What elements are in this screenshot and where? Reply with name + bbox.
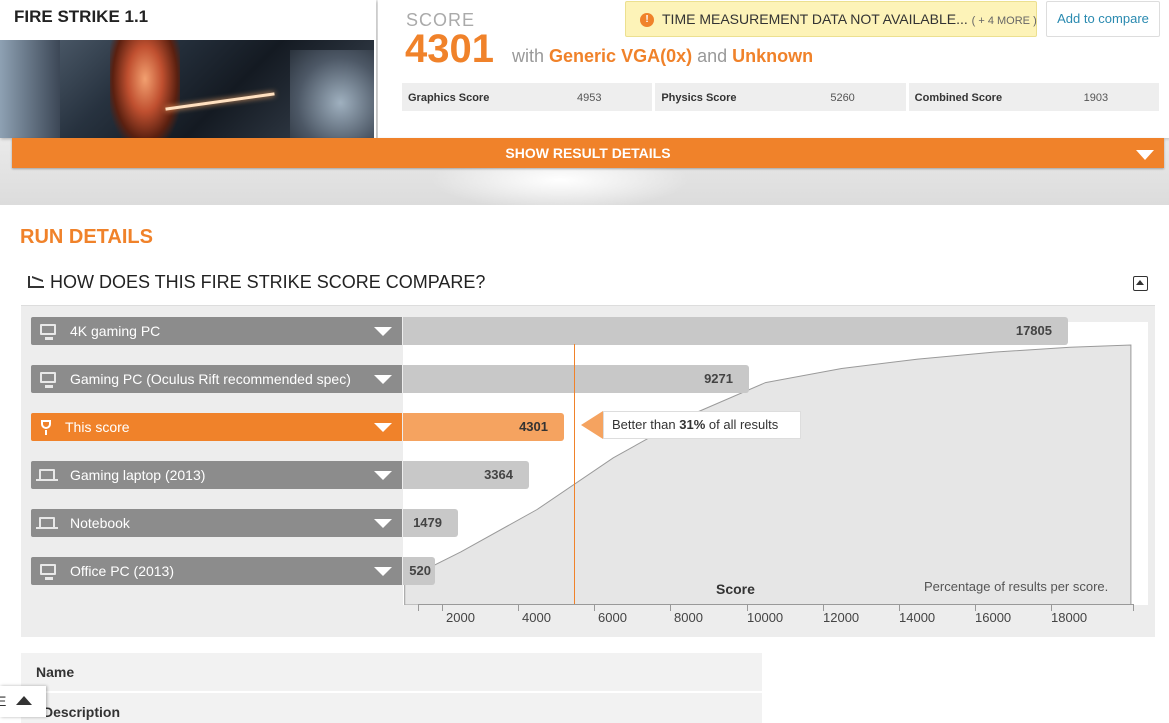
with-text: with: [512, 46, 545, 66]
warning-icon: !: [640, 13, 654, 27]
compare-section-title[interactable]: HOW DOES THIS FIRE STRIKE SCORE COMPARE?: [28, 272, 485, 293]
show-result-details-button[interactable]: SHOW RESULT DETAILS: [12, 138, 1164, 168]
line-chart-icon: [28, 276, 44, 288]
desktop-icon: [40, 372, 56, 388]
laptop-icon: [36, 517, 58, 529]
chevron-down-icon[interactable]: [374, 567, 392, 576]
warning-more[interactable]: ( + 4 MORE ): [972, 15, 1037, 27]
score-hardware: with Generic VGA(0x) and Unknown: [512, 46, 813, 67]
chevron-down-icon[interactable]: [374, 327, 392, 336]
x-axis-tick: [670, 604, 671, 611]
subscore-value: 1903: [1083, 92, 1109, 104]
tooltip-percentage: 31%: [679, 417, 706, 432]
x-axis-edge-tick: [418, 604, 419, 611]
chevron-down-icon[interactable]: [374, 423, 392, 432]
desktop-icon: [40, 324, 56, 340]
header-area: FIRE STRIKE 1.1 SCORE 4301 with Generic …: [0, 0, 1169, 205]
test-thumbnail-card[interactable]: FIRE STRIKE 1.1: [0, 0, 376, 138]
compare-row-text: 4K gaming PC: [70, 323, 161, 339]
compare-row-label[interactable]: Gaming laptop (2013): [31, 461, 402, 489]
subscore-name: Physics Score: [661, 92, 737, 104]
this-score-marker-line: [574, 344, 575, 605]
thumb-rock-left: [0, 40, 60, 138]
x-axis-tick: [442, 604, 443, 611]
thumb-light-streak: [165, 92, 275, 111]
x-axis-tick: [594, 604, 595, 611]
subscore-value: 4953: [577, 92, 602, 104]
x-axis-tick-label: 10000: [747, 610, 784, 625]
compare-bar: 3364: [403, 461, 529, 489]
compare-row-text: This score: [65, 419, 130, 435]
test-thumbnail-image: [0, 40, 374, 138]
compare-row-label[interactable]: 4K gaming PC: [31, 317, 402, 345]
tooltip-suffix: of all results: [708, 417, 779, 432]
thumb-rock-right: [290, 50, 374, 138]
compare-bar: 4301: [403, 413, 564, 441]
warning-text: TIME MEASUREMENT DATA NOT AVAILABLE...: [662, 11, 968, 27]
subscore-name: Combined Score: [914, 92, 1003, 104]
arrow-up-icon: [16, 696, 32, 705]
desktop-icon: [40, 564, 56, 580]
cpu-name[interactable]: Unknown: [732, 46, 813, 66]
x-axis-line: [418, 604, 1134, 605]
x-axis-tick-label: 16000: [975, 610, 1012, 625]
chevron-down-icon: [1136, 150, 1154, 160]
chevron-down-icon[interactable]: [374, 375, 392, 384]
x-axis-tick-label: 2000: [446, 610, 475, 625]
and-text: and: [697, 46, 728, 66]
x-axis-tick-label: 6000: [598, 610, 627, 625]
scroll-to-top-button[interactable]: E: [0, 686, 46, 717]
chevron-down-icon[interactable]: [374, 471, 392, 480]
score-card: SCORE 4301 with Generic VGA(0x) and Unkn…: [378, 0, 1169, 138]
add-to-compare-button[interactable]: Add to compare: [1046, 1, 1160, 37]
compare-row-label[interactable]: Office PC (2013): [31, 557, 402, 585]
x-axis-tick-label: 8000: [674, 610, 703, 625]
table-header-name: Name: [21, 653, 762, 691]
tooltip-pointer: [581, 411, 603, 439]
run-details-title: RUN DETAILS: [20, 226, 153, 248]
compare-bar: 17805: [403, 317, 1068, 345]
gpu-name[interactable]: Generic VGA(0x): [549, 46, 692, 66]
x-axis-tick: [518, 604, 519, 611]
compare-bar: 9271: [403, 365, 749, 393]
tooltip-prefix: Better than: [612, 417, 676, 432]
x-axis-tick-label: 12000: [823, 610, 860, 625]
subscore-combined: Combined Score 1903: [908, 83, 1159, 111]
scroll-tab-text: E: [0, 693, 7, 709]
compare-row-label[interactable]: Gaming PC (Oculus Rift recommended spec): [31, 365, 402, 393]
subscore-physics: Physics Score 5260: [655, 83, 906, 111]
x-axis-tick-label: 14000: [899, 610, 936, 625]
percentile-tooltip: Better than 31% of all results: [603, 411, 801, 439]
test-title: FIRE STRIKE 1.1: [14, 7, 149, 26]
percentage-caption: Percentage of results per score.: [924, 579, 1109, 594]
x-axis-tick-label: 4000: [522, 610, 551, 625]
trophy-icon: [41, 420, 51, 435]
warning-banner[interactable]: ! TIME MEASUREMENT DATA NOT AVAILABLE...…: [625, 1, 1037, 37]
subscore-graphics: Graphics Score 4953: [402, 83, 653, 111]
chevron-down-icon[interactable]: [374, 519, 392, 528]
laptop-icon: [36, 469, 58, 481]
compare-row-label[interactable]: Notebook: [31, 509, 402, 537]
x-axis-edge-tick: [1133, 604, 1134, 611]
compare-row-text: Notebook: [70, 515, 130, 531]
subscore-name: Graphics Score: [408, 92, 490, 104]
x-axis-tick-label: 18000: [1051, 610, 1088, 625]
table-header-description: Description: [21, 693, 762, 723]
collapse-icon[interactable]: [1133, 276, 1148, 291]
compare-bar: 520: [403, 557, 435, 585]
compare-title-text: HOW DOES THIS FIRE STRIKE SCORE COMPARE?: [50, 272, 486, 292]
subscores: Graphics Score 4953 Physics Score 5260 C…: [402, 83, 1162, 111]
compare-row-text: Gaming laptop (2013): [70, 467, 206, 483]
compare-row-text: Office PC (2013): [70, 563, 175, 579]
x-axis-label: Score: [716, 581, 755, 597]
compare-row-text: Gaming PC (Oculus Rift recommended spec): [70, 371, 351, 387]
subscore-value: 5260: [830, 92, 855, 104]
compare-row-label[interactable]: This score: [31, 413, 402, 441]
thumb-fire-figure: [110, 40, 180, 138]
score-value: 4301: [405, 27, 494, 71]
show-details-label: SHOW RESULT DETAILS: [505, 145, 671, 161]
compare-bar: 1479: [403, 509, 458, 537]
